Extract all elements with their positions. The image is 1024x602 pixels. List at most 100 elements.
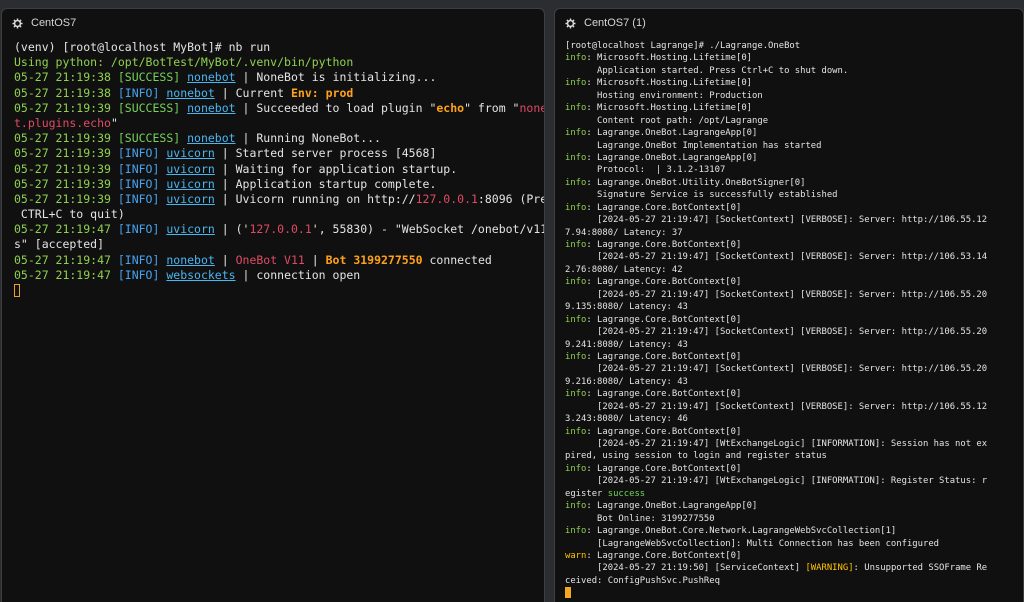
log-message: 9.135:8080/ Latency: 43 (565, 302, 688, 313)
terminal-line: Lagrange.OneBot Implementation has start… (565, 140, 1023, 152)
log-message: [2024-05-27 21:19:47] [SocketContext] [V… (565, 327, 988, 338)
log-message: 9.216:8080/ Latency: 43 (565, 376, 688, 387)
text-segment: " (110, 115, 118, 130)
module-link[interactable]: uvicorn (166, 146, 214, 160)
log-message: pired, using session to login and regist… (565, 451, 827, 462)
log-message: : Lagrange.Core.BotContext[0] (586, 550, 742, 561)
terminal-line: Bot Online: 3199277550 (565, 513, 1023, 525)
log-level: info (565, 277, 587, 288)
module-link[interactable]: nonebot (166, 253, 214, 267)
terminal-line: Using python: /opt/BotTest/MyBot/.venv/b… (14, 55, 544, 70)
module-link[interactable]: uvicorn (166, 222, 214, 236)
module-link[interactable]: uvicorn (166, 192, 214, 206)
log-level: [SUCCESS] (117, 131, 181, 146)
log-message: :8096 (Press (477, 191, 544, 206)
terminal-line: info: Lagrange.Core.BotContext[0] (565, 314, 1023, 326)
tab-title: CentOS7 (31, 17, 77, 29)
terminal-line: 05-27 21:19:47 [INFO] websockets | conne… (14, 268, 544, 283)
log-level: info (565, 202, 587, 213)
prompt-line[interactable] (14, 283, 544, 298)
separator: | (214, 222, 236, 237)
separator: | (304, 252, 326, 267)
module-link[interactable]: nonebot (187, 131, 235, 145)
terminal-output-right[interactable]: [root@localhost Lagrange]# ./Lagrange.On… (555, 37, 1023, 600)
status-success: success (607, 488, 646, 499)
prompt-line[interactable] (565, 587, 1023, 599)
plugin-name: echo (436, 100, 465, 115)
adapter-name: OneBot V11 (235, 252, 305, 267)
log-message: Uvicorn running on http:// (235, 191, 416, 206)
log-level: info (565, 128, 587, 139)
ip-address: 127.0.0.1 (415, 191, 478, 206)
log-level: info (565, 53, 587, 64)
log-level: [INFO] (117, 176, 160, 191)
log-message: [2024-05-27 21:19:47] [SocketContext] [V… (565, 401, 988, 412)
timestamp: 05-27 21:19:47 (14, 267, 118, 282)
terminal-pane-right[interactable]: CentOS7 (1) [root@localhost Lagrange]# .… (554, 8, 1024, 602)
module-link[interactable]: websockets (166, 268, 235, 282)
module-link[interactable]: nonebot (166, 86, 214, 100)
module-link[interactable]: nonebot (187, 101, 235, 115)
terminal-line: 05-27 21:19:39 [INFO] uvicorn | Applicat… (14, 177, 544, 192)
module-link[interactable]: nonebot (187, 70, 235, 84)
terminal-line: info: Lagrange.OneBot.LagrangeApp[0] (565, 152, 1023, 164)
timestamp: 05-27 21:19:47 (14, 252, 118, 267)
log-message: Application started. Press Ctrl+C to shu… (565, 65, 849, 76)
separator: | (235, 70, 257, 85)
log-message: (' (235, 222, 250, 237)
terminal-line: info: Lagrange.Core.BotContext[0] (565, 351, 1023, 363)
log-level: [INFO] (117, 267, 160, 282)
module-link[interactable]: uvicorn (166, 177, 214, 191)
log-message: : Lagrange.OneBot.LagrangeApp[0] (586, 501, 758, 512)
terminal-line: CTRL+C to quit) (14, 207, 544, 222)
terminal-line: [2024-05-27 21:19:47] [SocketContext] [V… (565, 289, 1023, 301)
terminal-line: info: Lagrange.OneBot.LagrangeApp[0] (565, 500, 1023, 512)
log-message: 3.243:8080/ Latency: 46 (565, 414, 688, 425)
log-message: ceived: ConfigPushSvc.PushReq (565, 575, 720, 586)
terminal-line: Signature Service is successfully establ… (565, 189, 1023, 201)
terminal-output-left[interactable]: (venv) [root@localhost MyBot]# nb run Usi… (2, 37, 544, 298)
terminal-line: info: Lagrange.OneBot.Utility.OneBotSign… (565, 177, 1023, 189)
log-message: connected (422, 252, 492, 267)
log-message: : Lagrange.Core.BotContext[0] (586, 463, 742, 474)
separator: | (214, 176, 236, 191)
log-message: : Microsoft.Hosting.Lifetime[0] (586, 103, 753, 114)
log-message: 9.241:8080/ Latency: 43 (565, 339, 688, 350)
separator: | (235, 100, 257, 115)
terminal-line: info: Lagrange.OneBot.Core.Network.Lagra… (565, 525, 1023, 537)
tab-centos7-1[interactable]: CentOS7 (1) (555, 9, 1023, 37)
log-level: info (565, 426, 587, 437)
log-level: info (565, 177, 587, 188)
log-level: info (565, 389, 587, 400)
terminal-line: Hosting environment: Production (565, 90, 1023, 102)
terminal-line: 05-27 21:19:39 [INFO] uvicorn | Started … (14, 146, 544, 161)
terminal-line: [2024-05-27 21:19:47] [WtExchangeLogic] … (565, 475, 1023, 487)
cursor (14, 284, 20, 297)
log-message: Current (235, 85, 291, 100)
log-level: warn (565, 550, 587, 561)
env-value: Env: prod (290, 85, 354, 100)
timestamp: 05-27 21:19:39 (14, 161, 118, 176)
terminal-line: Application started. Press Ctrl+C to shu… (565, 65, 1023, 77)
log-message: [2024-05-27 21:19:50] [ServiceContext] (565, 563, 806, 574)
separator: | (235, 131, 257, 146)
timestamp: 05-27 21:19:39 (14, 146, 118, 161)
terminal-line: info: Lagrange.Core.BotContext[0] (565, 463, 1023, 475)
terminal-line: 9.241:8080/ Latency: 43 (565, 339, 1023, 351)
terminal-line: 05-27 21:19:39 [SUCCESS] nonebot | Runni… (14, 131, 544, 146)
log-message: : Unsupported SSOFrame Re (853, 563, 988, 574)
terminal-line: 3.243:8080/ Latency: 46 (565, 413, 1023, 425)
terminal-line: [2024-05-27 21:19:47] [SocketContext] [V… (565, 363, 1023, 375)
log-message: : Microsoft.Hosting.Lifetime[0] (586, 53, 753, 64)
log-message: : Lagrange.OneBot.Utility.OneBotSigner[0… (586, 177, 806, 188)
module-link[interactable]: uvicorn (166, 162, 214, 176)
terminal-line: [2024-05-27 21:19:47] [SocketContext] [V… (565, 326, 1023, 338)
separator: | (214, 85, 236, 100)
log-message: Waiting for application startup. (235, 161, 458, 176)
plugin-path: t.plugins.echo (14, 115, 111, 130)
terminal-pane-left[interactable]: CentOS7 (venv) [root@localhost MyBot]# n… (1, 8, 545, 602)
terminal-line: egister success (565, 488, 1023, 500)
tab-centos7[interactable]: CentOS7 (2, 9, 544, 37)
log-message: : Lagrange.OneBot.Core.Network.LagrangeW… (586, 526, 897, 537)
terminal-line: (venv) [root@localhost MyBot]# nb run (14, 40, 544, 55)
